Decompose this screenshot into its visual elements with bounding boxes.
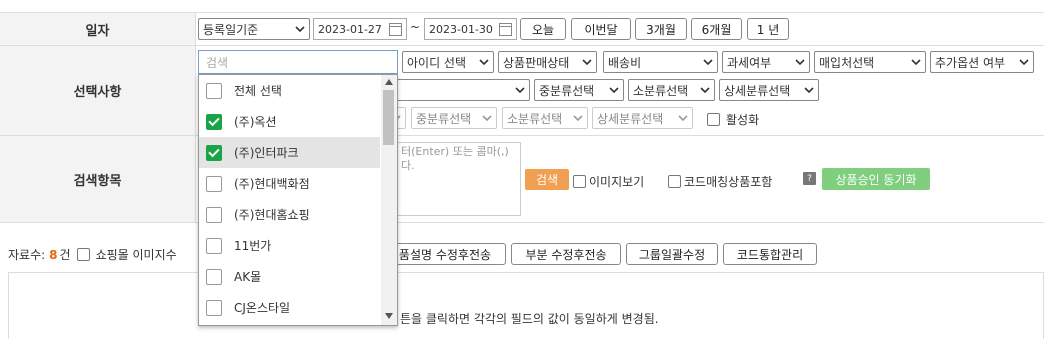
start-date-value: 2023-01-27 xyxy=(318,22,382,36)
scroll-up-icon[interactable] xyxy=(385,79,393,85)
chevron-down-icon xyxy=(295,26,305,33)
end-date-field[interactable]: 2023-01-30 xyxy=(424,18,517,40)
dropdown-option[interactable]: (주)현대홈쇼핑 xyxy=(199,199,380,230)
one-year-button[interactable]: 1 년 xyxy=(747,18,789,40)
mall-image-checkbox[interactable] xyxy=(76,248,90,261)
alt-mid-category-select[interactable]: 중분류선택 xyxy=(411,107,497,129)
partial-edit-send-button[interactable]: 부분 수정후전송 xyxy=(511,243,621,265)
option-checkbox[interactable] xyxy=(206,237,222,254)
desc-edit-send-button[interactable]: 품설명 수정후전송 xyxy=(384,243,506,265)
chevron-down-icon xyxy=(609,87,619,94)
group-bulk-edit-button[interactable]: 그룹일괄수정 xyxy=(626,243,718,265)
date-basis-value: 등록일기준 xyxy=(203,22,259,37)
today-button[interactable]: 오늘 xyxy=(520,18,566,40)
option-checkbox[interactable] xyxy=(206,144,222,161)
chevron-down-icon xyxy=(479,59,489,66)
chevron-down-icon xyxy=(515,87,525,94)
sync-approval-button[interactable]: 상품승인 동기화 xyxy=(822,168,930,190)
mid-category-select[interactable]: 중분류선택 xyxy=(534,79,624,101)
chevron-down-icon xyxy=(795,59,805,66)
chevron-down-icon xyxy=(700,87,710,94)
active-label: 활성화 xyxy=(726,113,760,127)
alt-detail-category-select[interactable]: 상세분류선택 xyxy=(592,107,693,129)
this-month-button[interactable]: 이번달 xyxy=(571,18,631,40)
result-count: 자료수: 8 건 쇼핑몰 이미지수 xyxy=(8,246,177,263)
date-row-label: 일자 xyxy=(0,13,196,45)
dropdown-option[interactable]: (주)옥션 xyxy=(199,106,380,137)
start-date-field[interactable]: 2023-01-27 xyxy=(313,18,407,40)
code-merge-button[interactable]: 코드통합관리 xyxy=(723,243,817,265)
active-toggle[interactable]: 활성화 xyxy=(707,111,759,128)
three-months-button[interactable]: 3개월 xyxy=(635,18,687,40)
chevron-down-icon xyxy=(573,115,583,122)
image-view-label: 이미지보기 xyxy=(589,175,645,189)
dropdown-option[interactable]: (주)인터파크 xyxy=(199,137,380,168)
calendar-icon[interactable] xyxy=(389,22,402,36)
six-months-button[interactable]: 6개월 xyxy=(691,18,742,40)
supplier-select[interactable]: 매입처선택 xyxy=(814,51,926,73)
notice-panel xyxy=(8,272,1044,339)
option-checkbox[interactable] xyxy=(206,299,222,316)
help-icon[interactable]: ? xyxy=(803,172,816,185)
code-match-label: 코드매칭상품포함 xyxy=(684,175,773,189)
date-basis-select[interactable]: 등록일기준 xyxy=(198,18,310,40)
search-row-label: 검색항목 xyxy=(0,136,196,222)
mall-dropdown-list[interactable]: 전체 선택 (주)옥션 (주)인터파크 (주)현대백화점 (주)현대홈쇼핑 11… xyxy=(198,74,398,326)
chevron-down-icon xyxy=(678,115,688,122)
small-category-select[interactable]: 소분류선택 xyxy=(628,79,715,101)
chevron-down-icon xyxy=(804,87,814,94)
dropdown-option[interactable]: 전체 선택 xyxy=(199,75,380,106)
sales-status-select[interactable]: 상품판매상태 xyxy=(498,51,597,73)
option-checkbox[interactable] xyxy=(206,175,222,192)
id-select[interactable]: 아이디 선택 xyxy=(402,51,494,73)
search-button[interactable]: 검색 xyxy=(525,169,569,190)
chevron-down-icon xyxy=(911,59,921,66)
scrollbar-thumb[interactable] xyxy=(383,90,394,145)
image-view-toggle[interactable]: 이미지보기 xyxy=(573,173,644,190)
alt-small-category-select[interactable]: 소분류선택 xyxy=(502,107,588,129)
option-checkbox[interactable] xyxy=(206,268,222,285)
dropdown-option[interactable]: AK몰 xyxy=(199,261,380,292)
result-count-label: 자료수: xyxy=(8,248,46,262)
shipping-fee-select[interactable]: 배송비 xyxy=(603,51,718,73)
dropdown-scrollbar[interactable] xyxy=(381,75,397,325)
mall-image-label: 쇼핑몰 이미지수 xyxy=(95,248,177,262)
end-date-value: 2023-01-30 xyxy=(429,22,493,36)
extra-option-select[interactable]: 추가옵션 여부 xyxy=(930,51,1034,73)
chevron-down-icon xyxy=(482,115,492,122)
option-checkbox[interactable] xyxy=(206,113,222,130)
detail-category-select[interactable]: 상세분류선택 xyxy=(719,79,819,101)
code-match-checkbox[interactable] xyxy=(668,175,681,188)
result-count-value: 8 xyxy=(49,247,58,262)
tax-select[interactable]: 과세여부 xyxy=(722,51,810,73)
calendar-icon[interactable] xyxy=(499,22,512,36)
date-range-separator: ~ xyxy=(410,20,421,34)
scroll-down-icon[interactable] xyxy=(385,313,393,319)
option-checkbox[interactable] xyxy=(206,206,222,223)
image-view-checkbox[interactable] xyxy=(573,175,586,188)
selection-row-label: 선택사항 xyxy=(0,46,196,135)
dropdown-option[interactable]: CJ온스타일 xyxy=(199,292,380,323)
chevron-down-icon xyxy=(582,59,592,66)
result-count-unit: 건 xyxy=(59,248,71,262)
option-checkbox[interactable] xyxy=(206,82,222,99)
chevron-down-icon xyxy=(1019,59,1029,66)
code-match-toggle[interactable]: 코드매칭상품포함 xyxy=(668,173,772,190)
mall-search-input[interactable]: 검색 xyxy=(198,50,398,74)
active-checkbox[interactable] xyxy=(707,113,720,126)
chevron-down-icon xyxy=(703,59,713,66)
dropdown-option[interactable]: (주)현대백화점 xyxy=(199,168,380,199)
notice-text: 튼을 클릭하면 각각의 필드의 값이 동일하게 변경됨. xyxy=(400,312,659,326)
dropdown-option[interactable]: 11번가 xyxy=(199,230,380,261)
